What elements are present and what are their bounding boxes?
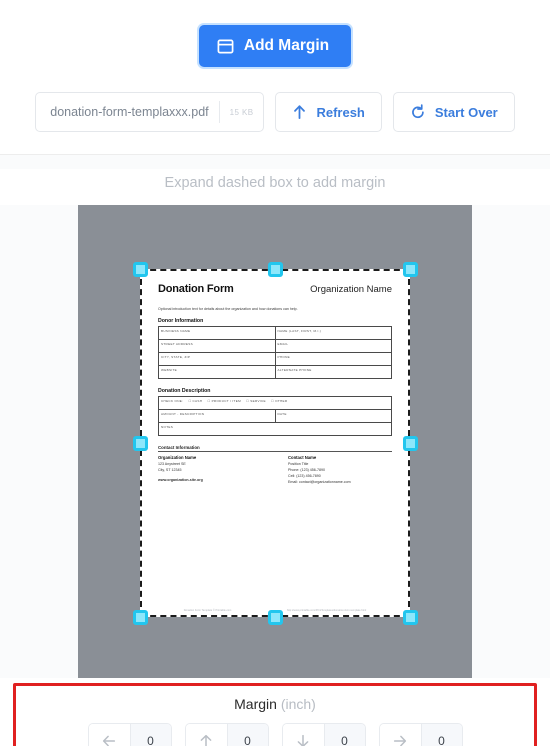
refresh-label: Refresh (316, 104, 365, 120)
file-chip[interactable]: donation-form-templaxxx.pdf 15 KB (35, 92, 265, 132)
top-action-area: Add Margin donation-form-templaxxx.pdf 1… (0, 0, 550, 155)
file-row: donation-form-templaxxx.pdf 15 KB Refres… (0, 92, 550, 154)
resize-handle-top-left[interactable] (132, 261, 148, 277)
margin-value-left[interactable]: 0 (129, 724, 171, 746)
resize-handle-top-right[interactable] (402, 261, 418, 277)
primary-action-row: Add Margin (0, 25, 550, 67)
arrow-right-icon[interactable] (379, 724, 421, 746)
margin-stepper-top[interactable]: 0 (184, 723, 269, 746)
rotate-ccw-icon (410, 104, 426, 120)
arrow-left-icon[interactable] (88, 724, 130, 746)
refresh-button[interactable]: Refresh (275, 92, 382, 132)
margin-stepper-right[interactable]: 0 (378, 723, 463, 746)
dashed-margin-box[interactable] (140, 269, 410, 617)
margin-title-text: Margin (234, 696, 277, 712)
arrow-up-icon[interactable] (185, 724, 227, 746)
start-over-label: Start Over (434, 104, 498, 120)
add-margin-button[interactable]: Add Margin (198, 25, 352, 67)
margin-box-icon (217, 38, 234, 55)
resize-handle-bottom-center[interactable] (267, 609, 283, 625)
resize-handle-top-center[interactable] (267, 261, 283, 277)
margin-control-panel: Margin (inch) 0 0 0 0 (13, 683, 537, 746)
file-divider (218, 101, 220, 123)
resize-handle-middle-right[interactable] (402, 435, 418, 451)
file-size: 15 KB (229, 107, 254, 117)
margin-unit-text: (inch) (280, 696, 316, 712)
margin-steppers-row: 0 0 0 0 (16, 723, 534, 746)
add-margin-label: Add Margin (243, 37, 330, 54)
preview-hint: Expand dashed box to add margin (0, 169, 550, 205)
margin-stepper-bottom[interactable]: 0 (281, 723, 366, 746)
margin-panel-title: Margin (inch) (16, 696, 534, 712)
file-name: donation-form-templaxxx.pdf (50, 105, 209, 119)
resize-handle-bottom-right[interactable] (402, 609, 418, 625)
preview-area: Expand dashed box to add margin Donation… (0, 155, 550, 678)
start-over-button[interactable]: Start Over (392, 92, 515, 132)
margin-stepper-left[interactable]: 0 (87, 723, 172, 746)
margin-value-top[interactable]: 0 (226, 724, 268, 746)
arrow-down-icon[interactable] (282, 724, 324, 746)
margin-value-bottom[interactable]: 0 (323, 724, 365, 746)
resize-handle-middle-left[interactable] (132, 435, 148, 451)
arrow-up-icon (292, 104, 307, 120)
margin-value-right[interactable]: 0 (420, 724, 462, 746)
resize-handle-bottom-left[interactable] (132, 609, 148, 625)
preview-canvas[interactable]: Donation Form Organization Name Optional… (78, 205, 472, 678)
